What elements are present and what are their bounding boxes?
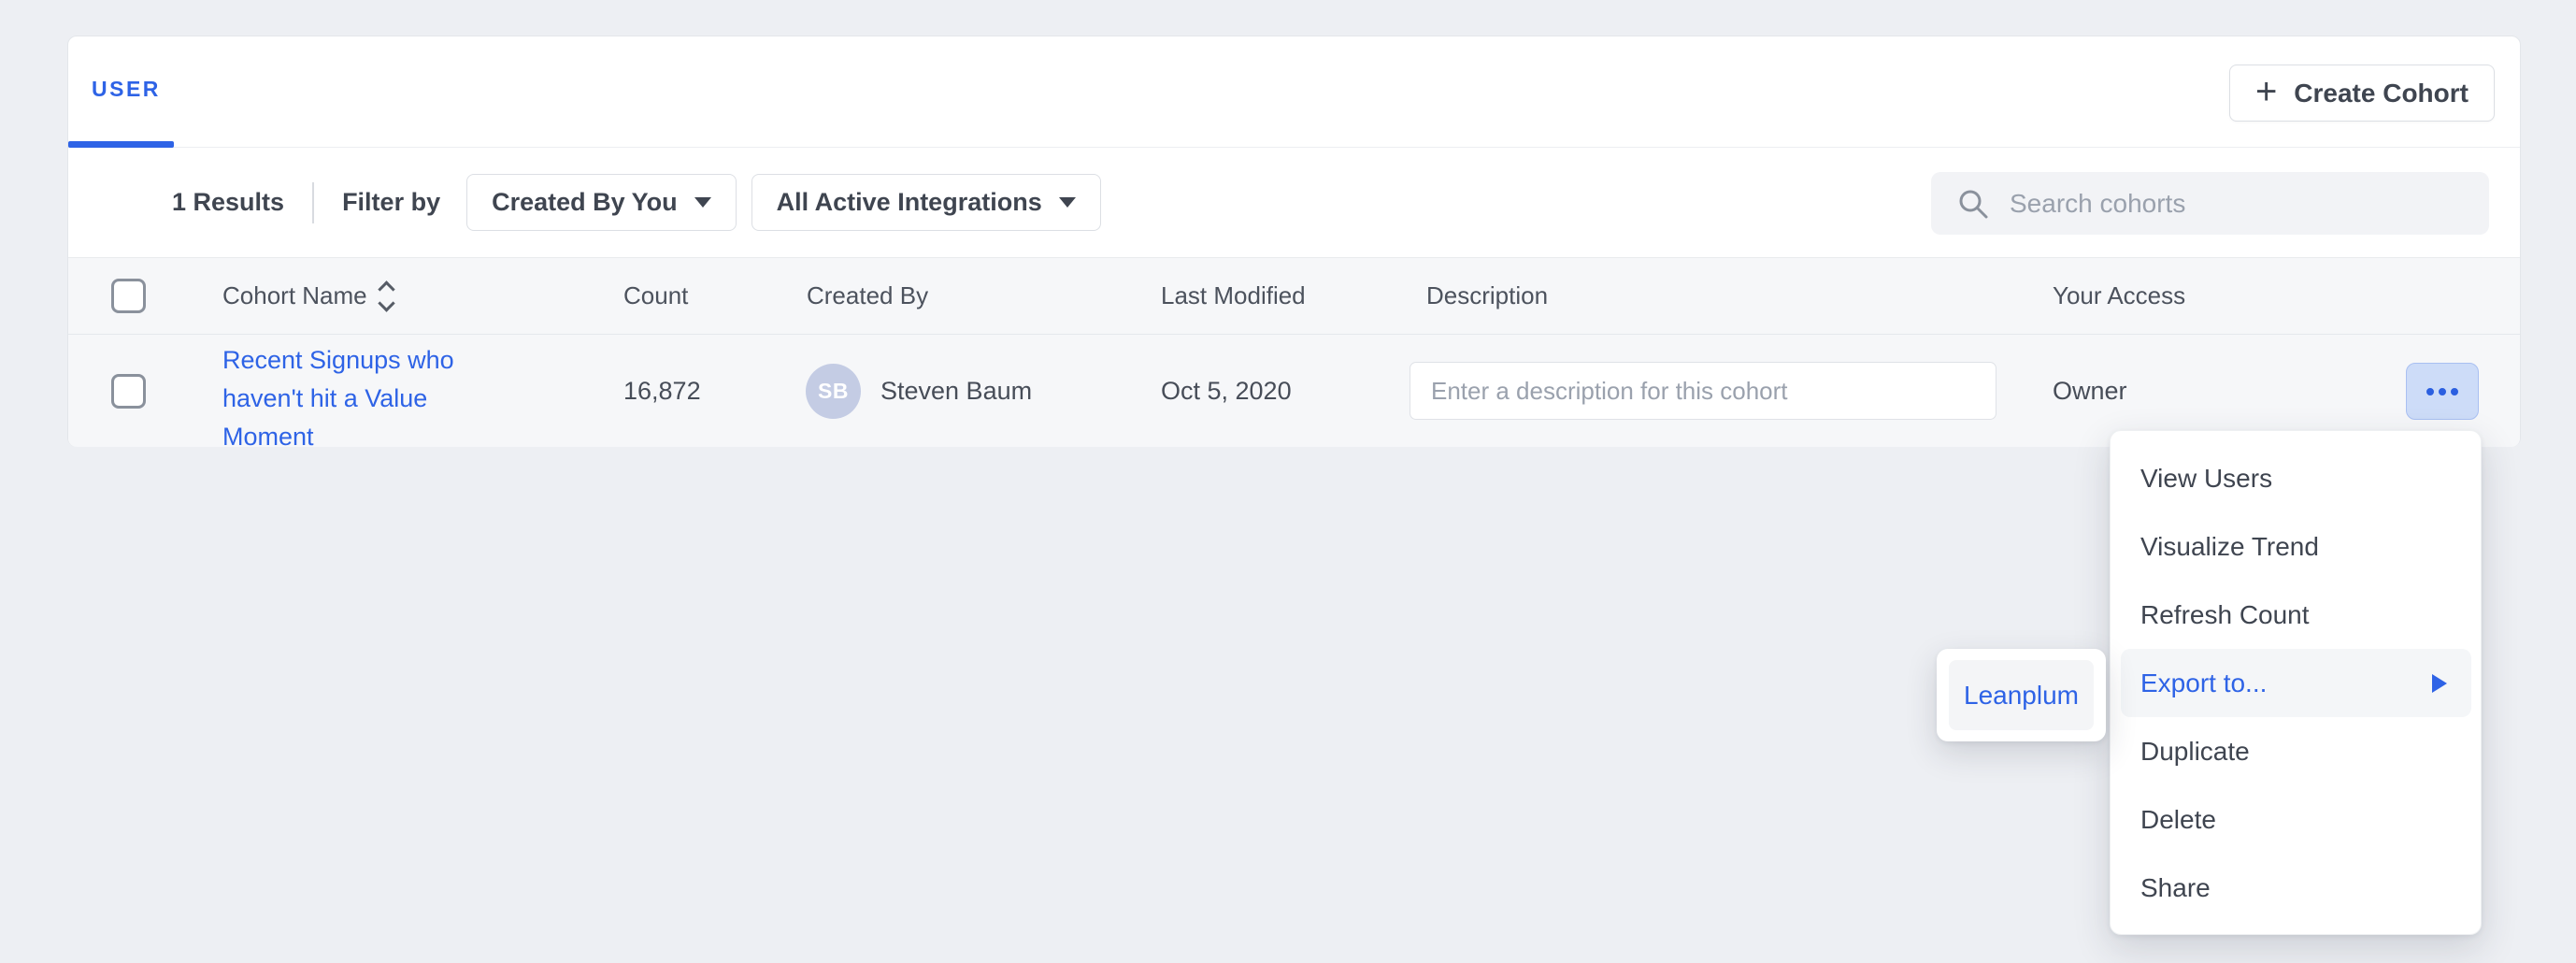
sort-icon	[380, 283, 393, 309]
export-to-label: Export to...	[2140, 668, 2267, 698]
ellipsis-icon	[2426, 388, 2434, 395]
description-input[interactable]	[1410, 362, 1996, 420]
filter-by-label: Filter by	[342, 188, 440, 217]
caret-down-icon	[1059, 197, 1076, 208]
table-header-row: Cohort Name Count Created By Last Modifi…	[68, 258, 2520, 335]
caret-down-icon	[694, 197, 711, 208]
avatar: SB	[806, 364, 861, 419]
active-tab-indicator	[68, 141, 174, 148]
last-modified-date: Oct 5, 2020	[1161, 335, 1292, 447]
menu-item-delete[interactable]: Delete	[2111, 785, 2481, 854]
header-last-modified: Last Modified	[1161, 258, 1306, 334]
integrations-filter-dropdown[interactable]: All Active Integrations	[751, 174, 1101, 231]
menu-item-visualize-trend[interactable]: Visualize Trend	[2111, 512, 2481, 581]
filter-bar: 1 Results Filter by Created By You All A…	[68, 148, 2520, 258]
search-icon	[1957, 188, 1989, 220]
header-description: Description	[1426, 258, 1548, 334]
menu-item-view-users[interactable]: View Users	[2111, 444, 2481, 512]
row-checkbox-cell	[111, 335, 146, 447]
created-by-filter-dropdown[interactable]: Created By You	[466, 174, 737, 231]
cohort-context-menu: View Users Visualize Trend Refresh Count…	[2110, 430, 2482, 935]
header-your-access: Your Access	[2053, 258, 2185, 334]
ellipsis-icon	[2439, 388, 2446, 395]
submenu-arrow-icon	[2432, 674, 2447, 693]
select-all-checkbox-cell	[111, 258, 146, 334]
results-count: 1 Results	[172, 188, 284, 217]
header-created-by: Created By	[807, 258, 928, 334]
menu-item-share[interactable]: Share	[2111, 854, 2481, 922]
ellipsis-icon	[2451, 388, 2458, 395]
cohorts-panel: USER + Create Cohort 1 Results Filter by…	[67, 36, 2521, 447]
tab-bar: USER + Create Cohort	[68, 36, 2520, 148]
create-cohort-button[interactable]: + Create Cohort	[2229, 65, 2495, 122]
create-cohort-label: Create Cohort	[2294, 79, 2469, 108]
row-checkbox[interactable]	[111, 374, 146, 409]
created-by-name: Steven Baum	[880, 335, 1032, 447]
created-by-filter-value: Created By You	[492, 188, 678, 217]
cohort-count: 16,872	[623, 335, 701, 447]
header-cohort-name-label: Cohort Name	[222, 281, 367, 310]
divider	[312, 182, 314, 223]
header-cohort-name[interactable]: Cohort Name	[222, 258, 393, 334]
header-count: Count	[623, 258, 688, 334]
cohort-name-link[interactable]: Recent Signups who haven't hit a Value M…	[222, 341, 473, 456]
export-submenu: Leanplum	[1937, 649, 2106, 741]
menu-item-duplicate[interactable]: Duplicate	[2111, 717, 2481, 785]
tab-user[interactable]: USER	[92, 36, 161, 141]
menu-item-refresh-count[interactable]: Refresh Count	[2111, 581, 2481, 649]
select-all-checkbox[interactable]	[111, 279, 146, 313]
integrations-filter-value: All Active Integrations	[777, 188, 1042, 217]
submenu-item-leanplum[interactable]: Leanplum	[1949, 660, 2094, 730]
more-options-button[interactable]	[2406, 363, 2479, 420]
plus-icon: +	[2255, 73, 2277, 110]
search-cohorts-box	[1931, 172, 2489, 235]
menu-item-export-to[interactable]: Export to...	[2121, 649, 2471, 717]
search-cohorts-input[interactable]	[1989, 172, 2489, 235]
